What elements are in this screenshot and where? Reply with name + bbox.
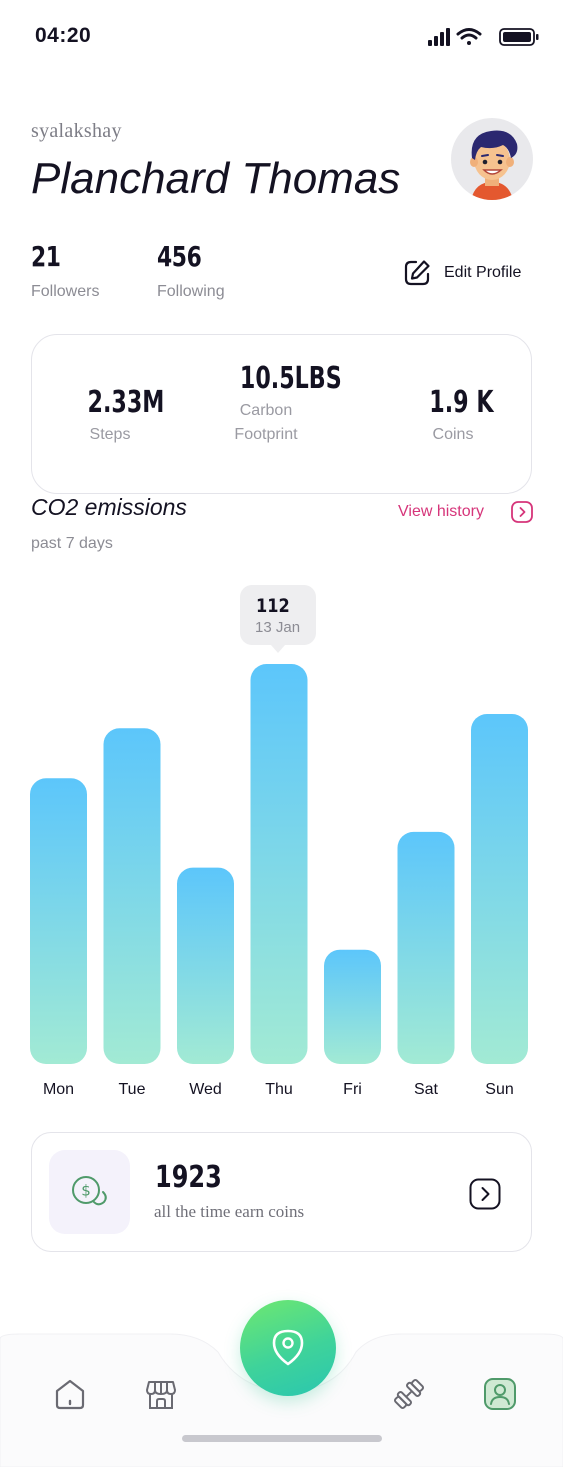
nav-home[interactable] (52, 1376, 88, 1412)
avatar[interactable] (451, 118, 533, 200)
x-label-tue: Tue (119, 1081, 146, 1098)
status-time: 04:20 (35, 24, 92, 47)
x-label-thu: Thu (265, 1081, 293, 1098)
steps-label: Steps (89, 426, 131, 443)
coins-total-label: all the time earn coins (154, 1202, 305, 1221)
status-bar: 04:20 (0, 0, 563, 70)
x-label-fri: Fri (343, 1081, 362, 1098)
username: syalakshay (31, 120, 122, 142)
followers-count: 21 (31, 240, 61, 273)
coins-arrow-icon[interactable] (469, 1178, 501, 1210)
nav-profile[interactable] (482, 1376, 518, 1412)
coins-summary-label: Coins (432, 426, 474, 443)
bar-sat[interactable] (397, 831, 455, 1064)
bar-thu[interactable] (250, 664, 308, 1064)
bar-sun[interactable] (471, 714, 528, 1064)
wifi-icon (456, 28, 482, 45)
location-pin-icon (272, 1329, 304, 1366)
coins-icon: $ (72, 1176, 107, 1206)
svg-text:$: $ (81, 1182, 91, 1200)
following-count: 456 (157, 240, 202, 273)
bar-mon[interactable] (30, 778, 87, 1064)
edit-profile-button[interactable]: Edit Profile (402, 256, 532, 290)
profile-icon (484, 1378, 516, 1410)
coins-total: 1923 (155, 1160, 222, 1195)
x-label-sat: Sat (414, 1081, 439, 1098)
x-label-wed: Wed (189, 1081, 222, 1098)
tooltip-value: 112 (256, 595, 290, 617)
x-label-mon: Mon (43, 1081, 74, 1098)
avatar-illustration (470, 130, 518, 200)
chart-x-labels: Mon Tue Wed Thu Fri Sat Sun (43, 1081, 514, 1098)
followers-label[interactable]: Followers (31, 283, 99, 301)
x-label-sun: Sun (485, 1081, 513, 1098)
store-icon (146, 1381, 176, 1409)
map-location-button[interactable] (240, 1300, 336, 1396)
dumbbell-icon (393, 1378, 425, 1410)
coins-summary-value: 1.9 K (429, 385, 494, 420)
following-label[interactable]: Following (157, 283, 225, 301)
bar-tue[interactable] (103, 728, 161, 1064)
summary-card: 2.33M Steps 10.5LBS Carbon Footprint 1.9… (31, 334, 532, 494)
profile-name: Planchard Thomas (31, 154, 401, 203)
chevron-right-icon (511, 501, 533, 523)
coins-card[interactable]: $ 1923 all the time earn coins (31, 1132, 532, 1252)
coin-tile: $ (49, 1150, 130, 1234)
chart-tooltip: 112 13 Jan (240, 585, 316, 653)
nav-workout[interactable] (391, 1376, 427, 1412)
chart-bars (30, 664, 528, 1064)
carbon-footprint-label: Carbon Footprint (234, 402, 298, 443)
bar-wed[interactable] (177, 867, 234, 1064)
emissions-subtitle: past 7 days (31, 535, 113, 552)
nav-store[interactable] (143, 1376, 179, 1412)
view-history-link[interactable]: View history (398, 500, 534, 524)
home-icon (55, 1379, 85, 1410)
edit-profile-label: Edit Profile (444, 264, 522, 281)
edit-icon (404, 260, 430, 286)
status-icons (428, 28, 539, 46)
bar-fri[interactable] (324, 949, 381, 1064)
tooltip-date: 13 Jan (255, 619, 301, 636)
battery-icon (499, 28, 539, 46)
home-indicator[interactable] (182, 1435, 382, 1442)
steps-value: 2.33M (87, 385, 165, 420)
carbon-footprint-value: 10.5LBS (239, 361, 342, 396)
cellular-signal-icon (428, 28, 450, 46)
view-history-label: View history (398, 503, 484, 520)
emissions-title: CO2 emissions (31, 494, 187, 520)
